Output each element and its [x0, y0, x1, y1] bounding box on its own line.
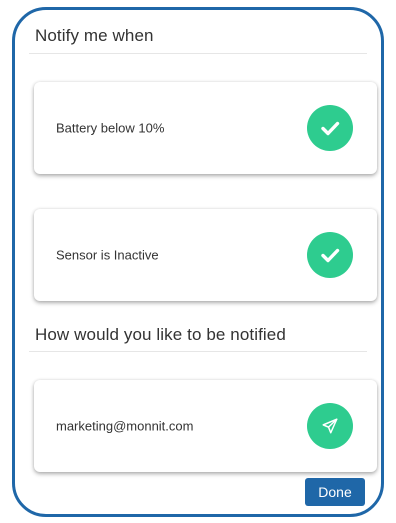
notification-settings-panel: Notify me when Battery below 10% Sensor …: [12, 7, 384, 517]
email-address-label: marketing@monnit.com: [56, 418, 194, 434]
battery-toggle-button[interactable]: [307, 105, 353, 151]
section-divider: [29, 351, 367, 352]
send-email-button[interactable]: [307, 403, 353, 449]
notify-section-title: Notify me when: [35, 26, 154, 45]
method-card-email: marketing@monnit.com: [34, 380, 377, 472]
check-icon: [321, 248, 340, 263]
notify-card-inactive: Sensor is Inactive: [34, 209, 377, 301]
notify-card-battery: Battery below 10%: [34, 82, 377, 174]
notify-card-label: Battery below 10%: [56, 120, 165, 136]
send-icon: [322, 418, 338, 434]
notify-card-label: Sensor is Inactive: [56, 247, 159, 263]
done-button[interactable]: Done: [305, 478, 365, 506]
method-section-title: How would you like to be notified: [35, 325, 286, 344]
section-divider: [29, 53, 367, 54]
inactive-toggle-button[interactable]: [307, 232, 353, 278]
check-icon: [321, 121, 340, 136]
